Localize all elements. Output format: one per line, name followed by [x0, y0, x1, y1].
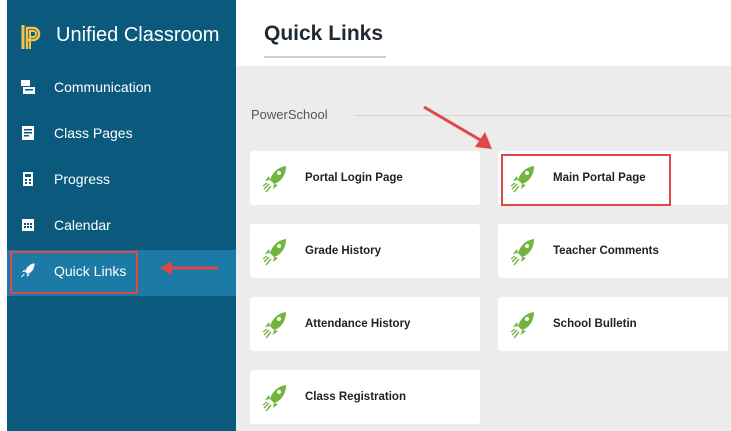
progress-icon — [23, 172, 33, 186]
brand-header: Unified Classroom — [7, 10, 236, 66]
annotation-arrow-down-right-icon — [423, 105, 492, 149]
sidebar-item-label: Communication — [54, 79, 152, 95]
link-card-school-bulletin[interactable]: School Bulletin — [498, 297, 728, 351]
rocket-icon — [262, 164, 288, 194]
sidebar-item-progress[interactable]: Progress — [7, 158, 236, 204]
rocket-icon — [262, 383, 288, 413]
link-card-portal-login-page[interactable]: Portal Login Page — [250, 151, 480, 205]
rocket-icon — [262, 237, 288, 267]
link-card-label: Portal Login Page — [305, 172, 403, 184]
sidebar-item-label: Progress — [54, 171, 111, 187]
link-card-attendance-history[interactable]: Attendance History — [250, 297, 480, 351]
sidebar: Unified Classroom Communication Class Pa… — [7, 0, 236, 431]
annotation-arrow-left-icon — [160, 261, 218, 275]
rocket-icon — [510, 237, 536, 267]
sidebar-item-calendar[interactable]: Calendar — [7, 204, 236, 250]
title-underline — [264, 56, 386, 58]
link-card-label: Class Registration — [305, 391, 406, 403]
highlight-box-main-portal-page — [501, 154, 671, 206]
link-card-class-registration[interactable]: Class Registration — [250, 370, 480, 424]
sidebar-item-class-pages[interactable]: Class Pages — [7, 112, 236, 158]
sidebar-item-communication[interactable]: Communication — [7, 66, 236, 112]
rocket-icon — [262, 310, 288, 340]
link-card-grade-history[interactable]: Grade History — [250, 224, 480, 278]
powerschool-logo-icon — [21, 25, 41, 49]
rocket-icon — [510, 310, 536, 340]
class-pages-icon — [22, 126, 34, 140]
main-header: Quick Links — [236, 0, 731, 66]
sidebar-item-label: Class Pages — [54, 125, 133, 141]
page-title: Quick Links — [264, 22, 384, 45]
app-title: Unified Classroom — [56, 24, 220, 46]
section-divider — [354, 115, 731, 116]
sidebar-item-label: Calendar — [54, 217, 111, 233]
link-card-label: Attendance History — [305, 318, 411, 330]
link-card-teacher-comments[interactable]: Teacher Comments — [498, 224, 728, 278]
main-content: Quick Links PowerSchool Portal Login Pag… — [236, 0, 731, 431]
link-card-label: Teacher Comments — [553, 245, 659, 257]
communication-icon — [21, 80, 35, 94]
link-card-label: School Bulletin — [553, 318, 637, 330]
link-card-label: Grade History — [305, 245, 382, 257]
calendar-icon — [22, 219, 34, 231]
highlight-box-quick-links — [10, 251, 138, 294]
section-label-powerschool: PowerSchool — [251, 107, 328, 122]
